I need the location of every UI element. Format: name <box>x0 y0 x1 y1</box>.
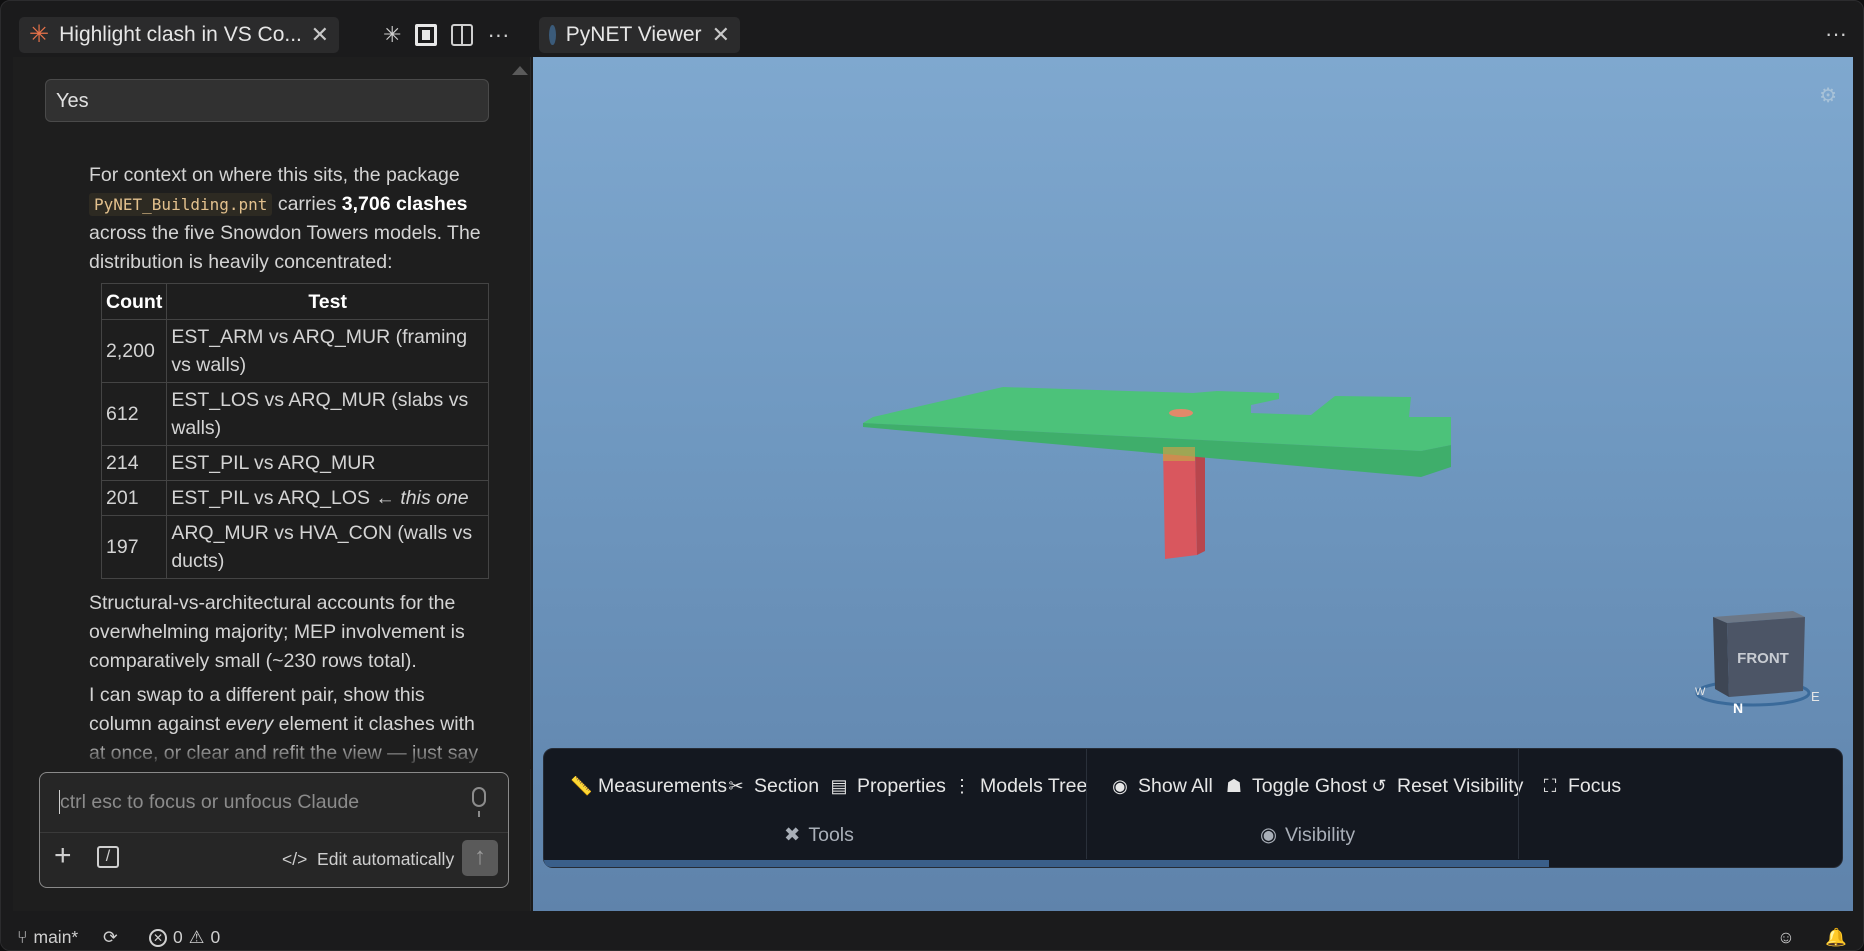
table-header-test: Test <box>166 283 489 320</box>
section-button[interactable]: ✂ Section <box>726 775 819 798</box>
column-lower <box>1163 447 1197 559</box>
sync-button[interactable]: ⟳ <box>103 927 118 948</box>
edit-mode-toggle[interactable]: </> Edit automatically <box>282 849 454 870</box>
left-tab-bar: ✳ Highlight clash in VS Co... ✕ ✳ ··· <box>13 11 531 57</box>
microphone-icon[interactable] <box>472 787 486 817</box>
git-branch-status[interactable]: ⑂ main* <box>17 927 78 948</box>
assistant-message-summary: Structural-vs-architectural accounts for… <box>89 592 465 672</box>
copilot-button[interactable]: ☺ <box>1777 927 1795 948</box>
measurements-button[interactable]: 📏 Measurements <box>570 775 727 798</box>
filename-code: PyNET_Building.pnt <box>89 193 273 216</box>
properties-icon: ▤ <box>830 776 848 796</box>
tools-icon: ✖ <box>784 824 801 846</box>
clash-marker <box>1169 409 1193 417</box>
table-row: 197 ARQ_MUR vs HVA_CON (walls vs ducts) <box>100 515 489 579</box>
app-window: ✳ Highlight clash in VS Co... ✕ ✳ ··· Ye… <box>0 0 1864 951</box>
code-icon: </> <box>282 849 308 869</box>
scroll-fade <box>13 741 531 769</box>
assistant-message-intro: For context on where this sits, the pack… <box>89 164 481 273</box>
pynet-logo-icon <box>549 25 556 45</box>
more-actions-icon[interactable]: ··· <box>487 24 509 46</box>
new-claude-chat-icon[interactable]: ✳ <box>383 24 401 46</box>
close-tab-icon[interactable]: ✕ <box>712 24 730 46</box>
table-header-count: Count <box>100 283 168 320</box>
sync-icon: ⟳ <box>103 927 118 947</box>
left-tab-actions: ✳ ··· <box>383 19 509 51</box>
reset-icon: ↺ <box>1371 776 1387 796</box>
copilot-icon: ☺ <box>1777 927 1795 947</box>
toolbar-divider <box>1086 749 1087 859</box>
tab-title: PyNET Viewer <box>565 23 702 46</box>
highlight-note: this one <box>400 487 469 509</box>
ghost-icon: ☗ <box>1225 776 1243 796</box>
problems-status[interactable]: ✕ 0 ⚠ 0 <box>149 927 220 948</box>
compass-n: N <box>1733 700 1743 716</box>
clash-count: 3,706 clashes <box>341 193 468 215</box>
compass-w: W <box>1695 686 1706 698</box>
visibility-group-label: ◉ Visibility <box>1260 823 1356 847</box>
viewer-toolbar: 📏 Measurements ✂ Section ▤ Properties ⋮ Mode… <box>543 748 1843 868</box>
tools-group-label: ✖ Tools <box>784 823 854 847</box>
right-tab-bar: PyNET Viewer ✕ ··· <box>533 11 1861 57</box>
scissors-icon: ✂ <box>728 776 744 796</box>
send-button[interactable]: ↑ <box>462 840 498 876</box>
tab-pynet-viewer[interactable]: PyNET Viewer ✕ <box>539 17 740 53</box>
tree-icon: ⋮ <box>953 776 971 796</box>
toolbar-divider <box>1518 749 1519 859</box>
close-tab-icon[interactable]: ✕ <box>311 24 329 46</box>
tab-title: Highlight clash in VS Co... <box>59 23 301 46</box>
properties-button[interactable]: ▤ Properties <box>829 775 945 798</box>
split-editor-icon[interactable] <box>451 24 474 46</box>
bell-icon: 🔔 <box>1825 927 1847 947</box>
panel-toggle-icon[interactable] <box>415 24 438 46</box>
reset-visibility-button[interactable]: ↺ Reset Visibility <box>1369 775 1523 798</box>
view-cube[interactable]: FRONT W N E <box>1693 597 1823 717</box>
source-control-icon: ⑂ <box>17 927 28 947</box>
add-attachment-button[interactable]: + <box>54 841 72 871</box>
user-prompt-bubble: Yes <box>45 79 489 122</box>
error-icon: ✕ <box>149 928 167 947</box>
show-all-button[interactable]: ◉ Show All <box>1110 775 1213 798</box>
more-actions-icon[interactable]: ··· <box>1825 21 1847 47</box>
table-row: 201 EST_PIL vs ARQ_LOS ← this one <box>100 480 489 516</box>
table-row: 214 EST_PIL vs ARQ_MUR <box>100 445 489 481</box>
input-divider <box>40 832 508 833</box>
notifications-button[interactable]: 🔔 <box>1825 927 1847 948</box>
eye-icon: ◉ <box>1112 776 1128 796</box>
toolbar-scrollbar[interactable] <box>544 860 1549 867</box>
error-count: 0 <box>173 927 183 947</box>
focus-icon: ⛶ <box>1543 776 1557 796</box>
models-tree-button[interactable]: ⋮ Models Tree <box>952 775 1087 798</box>
focus-button[interactable]: ⛶ Focus <box>1540 775 1621 798</box>
cube-front <box>1713 617 1729 697</box>
branch-name: main* <box>33 927 79 947</box>
cube-face-label: FRONT <box>1737 650 1789 667</box>
status-bar: ⑂ main* ⟳ ✕ 0 ⚠ 0 ☺ 🔔 <box>1 923 1863 950</box>
tab-claude-chat[interactable]: ✳ Highlight clash in VS Co... ✕ <box>19 17 339 53</box>
compass-e: E <box>1811 689 1820 704</box>
warning-count: 0 <box>210 927 221 947</box>
eye-icon: ◉ <box>1260 824 1278 846</box>
scroll-up-arrow-icon[interactable] <box>512 66 528 75</box>
3d-viewport[interactable]: ⚙ FRONT W N E 📏 Measurements ✂ Section ▤… <box>533 57 1853 911</box>
claude-spark-icon: ✳ <box>29 21 50 48</box>
toggle-ghost-button[interactable]: ☗ Toggle Ghost <box>1224 775 1367 798</box>
chat-input[interactable]: ctrl esc to focus or unfocus Claude + / … <box>39 772 509 888</box>
table-row: 612 EST_LOS vs ARQ_MUR (slabs vs walls) <box>100 382 489 446</box>
chat-input-placeholder: ctrl esc to focus or unfocus Claude <box>60 791 360 813</box>
clash-table: Count Test 2,200 EST_ARM vs ARQ_MUR (fram… <box>100 283 489 579</box>
ruler-icon: 📏 <box>570 776 593 796</box>
column-clash-region <box>1163 447 1195 461</box>
slash-command-button[interactable]: / <box>97 846 119 868</box>
warning-icon: ⚠ <box>188 927 205 947</box>
table-row: 2,200 EST_ARM vs ARQ_MUR (framing vs wall… <box>100 319 489 383</box>
